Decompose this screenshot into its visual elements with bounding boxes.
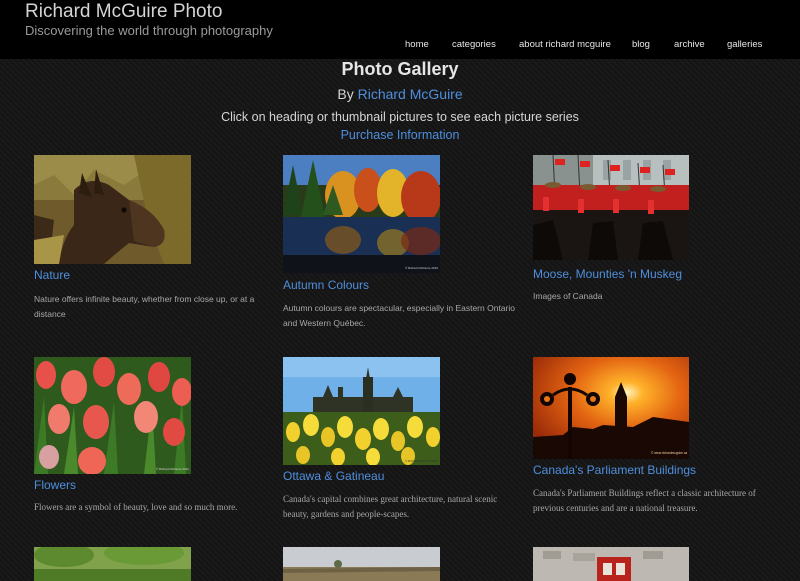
autumn-lake-photo[interactable]: © Richard McGuire 2010 <box>283 155 440 273</box>
nav-blog[interactable]: blog <box>632 39 650 50</box>
gallery-description-nature: Nature offers infinite beauty, whether f… <box>34 294 255 319</box>
site-title[interactable]: Richard McGuire Photo <box>25 1 222 23</box>
nav-home[interactable]: home <box>405 39 429 50</box>
gallery-title-autumn-colours[interactable]: Autumn Colours <box>283 278 369 292</box>
photo-credit-ottawa: © Richard McGuire 2011 <box>405 459 438 463</box>
byline: By Richard McGuire <box>0 86 800 102</box>
main-nav: home categories about richard mcguire bl… <box>0 39 800 53</box>
nav-about[interactable]: about richard mcguire <box>519 39 611 50</box>
gallery-title-ottawa-gatineau[interactable]: Ottawa & Gatineau <box>283 469 384 483</box>
by-label: By <box>337 86 354 102</box>
author-link[interactable]: Richard McGuire <box>358 86 463 102</box>
instructions-text: Click on heading or thumbnail pictures t… <box>221 110 579 124</box>
photo-credit-tulips: © Richard McGuire 2011 <box>156 467 189 471</box>
nav-galleries[interactable]: galleries <box>727 39 762 50</box>
parliament-tulips-photo[interactable]: © Richard McGuire 2011 <box>283 357 440 465</box>
gallery-description-ottawa-gatineau: Canada's capital combines great architec… <box>283 494 498 519</box>
tulips-photo[interactable]: © Richard McGuire 2011 <box>34 357 191 474</box>
parliament-sunset-photo[interactable]: © www.richardmcguire.ca <box>533 357 689 459</box>
mounties-parade-photo[interactable] <box>533 155 689 260</box>
site-header: Richard McGuire Photo Discovering the wo… <box>0 0 800 59</box>
gallery-title-parliament-buildings[interactable]: Canada's Parliament Buildings <box>533 463 696 477</box>
gallery-title-flowers[interactable]: Flowers <box>34 478 76 492</box>
photo-credit-sunset: © www.richardmcguire.ca <box>651 451 687 455</box>
gallery-title-nature[interactable]: Nature <box>34 268 70 282</box>
moose-photo[interactable] <box>34 155 191 264</box>
gallery-title-mounties[interactable]: Moose, Mounties 'n Muskeg <box>533 267 682 281</box>
gallery-description-mounties: Images of Canada <box>533 291 603 301</box>
nav-archive[interactable]: archive <box>674 39 705 50</box>
gallery-description-parliament-buildings: Canada's Parliament Buildings reflect a … <box>533 488 756 513</box>
gallery-description-flowers: Flowers are a symbol of beauty, love and… <box>34 502 238 512</box>
gallery-thumb-row3-3[interactable] <box>533 547 689 581</box>
page-title: Photo Gallery <box>341 59 459 79</box>
site-tagline: Discovering the world through photograph… <box>25 23 273 38</box>
purchase-information-link[interactable]: Purchase Information <box>0 128 800 142</box>
nav-categories[interactable]: categories <box>452 39 496 50</box>
gallery-thumb-row3-2[interactable] <box>283 547 440 581</box>
photo-credit-autumn: © Richard McGuire 2010 <box>405 266 438 270</box>
gallery-description-autumn-colours: Autumn colours are spectacular, especial… <box>283 303 515 328</box>
gallery-thumb-row3-1[interactable] <box>34 547 191 581</box>
